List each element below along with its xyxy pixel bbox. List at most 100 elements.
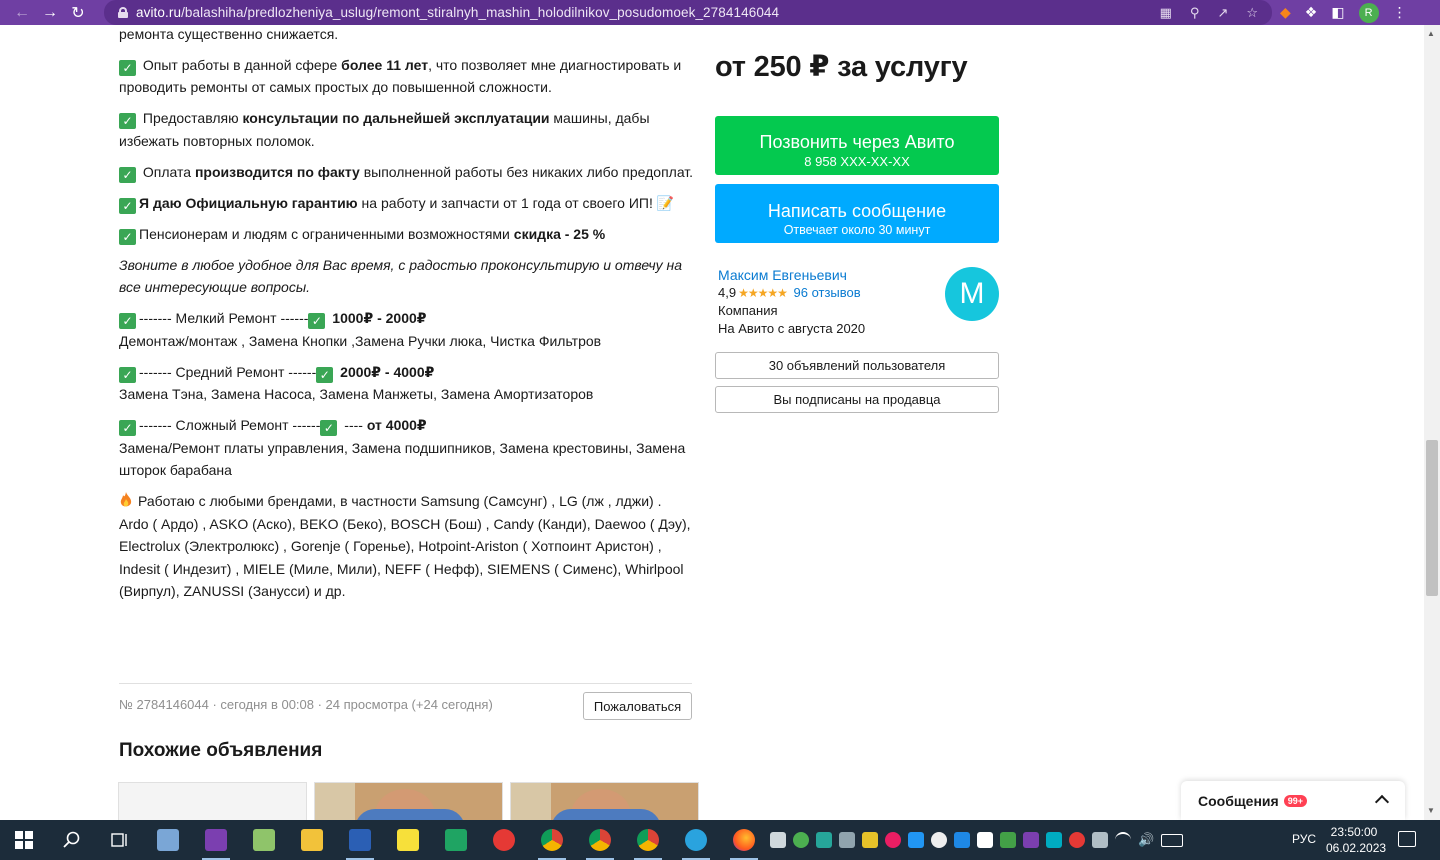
checkmark-icon: ✓ [119, 113, 136, 129]
page-content: ремонта существенно снижается. ✓ Опыт ра… [0, 25, 1424, 820]
taskbar-app-chrome-1[interactable] [528, 820, 576, 860]
checkmark-icon: ✓ [308, 313, 326, 329]
tray-battery-icon[interactable] [1092, 832, 1108, 848]
side-panel-icon[interactable]: ◧ [1331, 4, 1344, 21]
folder-icon [301, 829, 323, 851]
notes-app-icon [157, 829, 179, 851]
rating-stars-icon: ★★★★★ [738, 286, 788, 300]
tray-skype-icon[interactable] [931, 832, 947, 848]
profile-avatar[interactable]: R [1358, 2, 1379, 23]
tray-app-icon[interactable] [793, 832, 809, 848]
scroll-up-arrow-icon[interactable]: ▲ [1427, 29, 1435, 38]
clock-time: 23:50:00 [1330, 825, 1378, 839]
notepad-icon [253, 829, 275, 851]
checkmark-icon: ✓ [119, 420, 136, 436]
taskbar-app-notes[interactable] [144, 820, 192, 860]
telegram-icon [685, 829, 707, 851]
price-medium-repair: ✓ ------- Средний Ремонт ------ ✓ 2000₽ - … [119, 363, 594, 402]
reviews-link[interactable]: 96 отзывов [794, 285, 861, 300]
divider [119, 683, 692, 684]
url-text: avito.ru/balashiha/predlozheniya_uslug/r… [136, 5, 780, 20]
subscribed-button[interactable]: Вы подписаны на продавца [715, 386, 999, 413]
extensions-puzzle-icon[interactable]: ❖ [1305, 4, 1318, 21]
windows-logo-icon [15, 831, 33, 849]
tray-dropbox-icon[interactable] [1000, 832, 1016, 848]
listing-meta-info: № 2784146044 · сегодня в 00:08 · 24 прос… [119, 697, 493, 712]
taskbar-app-yandex[interactable] [480, 820, 528, 860]
wifi-icon[interactable] [1115, 832, 1131, 848]
tray-fx-icon[interactable] [1046, 832, 1062, 848]
messages-unread-badge: 99+ [1283, 794, 1307, 807]
listing-description: ремонта существенно снижается. ✓ Опыт ра… [119, 25, 694, 611]
checkmark-icon: ✓ [320, 420, 338, 436]
chevron-up-icon[interactable] [1374, 794, 1390, 810]
share-icon[interactable]: ↗ [1217, 5, 1228, 21]
start-button[interactable] [0, 820, 48, 860]
tray-telegram-icon[interactable] [770, 832, 786, 848]
chrome-icon [637, 829, 659, 851]
browser-menu-icon[interactable]: ⋮ [1393, 4, 1407, 21]
checkmark-icon: ✓ [119, 366, 136, 383]
keyboard-icon[interactable] [1161, 833, 1183, 847]
volume-icon[interactable]: 🔊 [1138, 832, 1154, 848]
clock-date: 06.02.2023 [1326, 841, 1387, 855]
tray-record-icon[interactable] [885, 832, 901, 848]
scroll-down-arrow-icon[interactable]: ▼ [1427, 806, 1435, 815]
tray-window-icon[interactable] [977, 832, 993, 848]
checkmark-icon: ✓ [119, 166, 136, 183]
taskbar-app-sheets[interactable] [432, 820, 480, 860]
zoom-icon[interactable]: ⚲ [1190, 5, 1200, 21]
checkmark-icon: ✓ [316, 366, 334, 383]
bookmark-star-icon[interactable]: ☆ [1246, 5, 1258, 21]
tray-snip-icon[interactable] [908, 832, 924, 848]
messages-widget[interactable]: Сообщения 99+ [1181, 781, 1405, 820]
similar-listing-card[interactable] [118, 782, 307, 820]
description-warranty: ✓ Я даю Официальную гарантию на работу и … [119, 192, 694, 215]
fire-icon [120, 492, 132, 507]
task-view-icon[interactable] [96, 820, 144, 860]
notification-center-icon[interactable] [1398, 831, 1416, 847]
call-via-avito-button[interactable]: Позвонить через Авито 8 958 XXX-XX-XX [715, 116, 999, 175]
tray-onenote-icon[interactable] [1023, 832, 1039, 848]
taskbar-app-notepad[interactable] [240, 820, 288, 860]
page-scrollbar[interactable]: ▲ ▼ [1424, 25, 1440, 820]
taskbar-app-chrome-2[interactable] [576, 820, 624, 860]
onenote-icon [205, 829, 227, 851]
taskbar-app-onenote[interactable] [192, 820, 240, 860]
search-icon[interactable] [48, 820, 96, 860]
address-bar[interactable]: avito.ru/balashiha/predlozheniya_uslug/r… [104, 0, 1272, 25]
tray-cloud-icon[interactable] [954, 832, 970, 848]
description-discount: ✓ Пенсионерам и людям с ограниченными воз… [119, 223, 694, 246]
seller-name-link[interactable]: Максим Евгеньевич [718, 266, 865, 284]
back-button[interactable]: ← [8, 0, 36, 25]
taskbar-app-sticky-notes[interactable] [384, 820, 432, 860]
description-line-top: ремонта существенно снижается. [119, 26, 339, 42]
similar-listing-card[interactable] [314, 782, 503, 820]
seller-rating-row: 4,9 ★★★★★ 96 отзывов [718, 285, 861, 300]
seller-listings-button[interactable]: 30 объявлений пользователя [715, 352, 999, 379]
word-icon [349, 829, 371, 851]
similar-listing-card[interactable] [510, 782, 699, 820]
translate-icon[interactable]: ▦ [1160, 5, 1172, 21]
tray-monitor-icon[interactable] [839, 832, 855, 848]
complain-button[interactable]: Пожаловаться [583, 692, 692, 720]
tray-shield-icon[interactable] [816, 832, 832, 848]
forward-button[interactable]: → [36, 0, 64, 25]
taskbar-app-telegram[interactable] [672, 820, 720, 860]
taskbar-app-explorer[interactable] [288, 820, 336, 860]
seller-avatar[interactable]: M [945, 267, 999, 321]
input-language[interactable]: РУС [1292, 832, 1316, 846]
description-brands: Работаю с любыми брендами, в частности S… [119, 492, 691, 599]
tray-notes-icon[interactable] [862, 832, 878, 848]
metamask-extension-icon[interactable]: ◆ [1280, 4, 1291, 21]
checkmark-icon: ✓ [119, 59, 136, 76]
taskbar-app-firefox[interactable] [720, 820, 768, 860]
price-small-repair: ✓ ------- Мелкий Ремонт ------ ✓ 1000₽ - 2… [119, 310, 602, 349]
scroll-thumb[interactable] [1426, 440, 1438, 596]
clock[interactable]: 23:50:00 06.02.2023 [1326, 824, 1387, 856]
reload-button[interactable]: ↻ [64, 0, 92, 25]
taskbar-app-word[interactable] [336, 820, 384, 860]
write-message-button[interactable]: Написать сообщение Отвечает около 30 мин… [715, 184, 999, 243]
tray-yandex-icon[interactable] [1069, 832, 1085, 848]
taskbar-app-chrome-3[interactable] [624, 820, 672, 860]
